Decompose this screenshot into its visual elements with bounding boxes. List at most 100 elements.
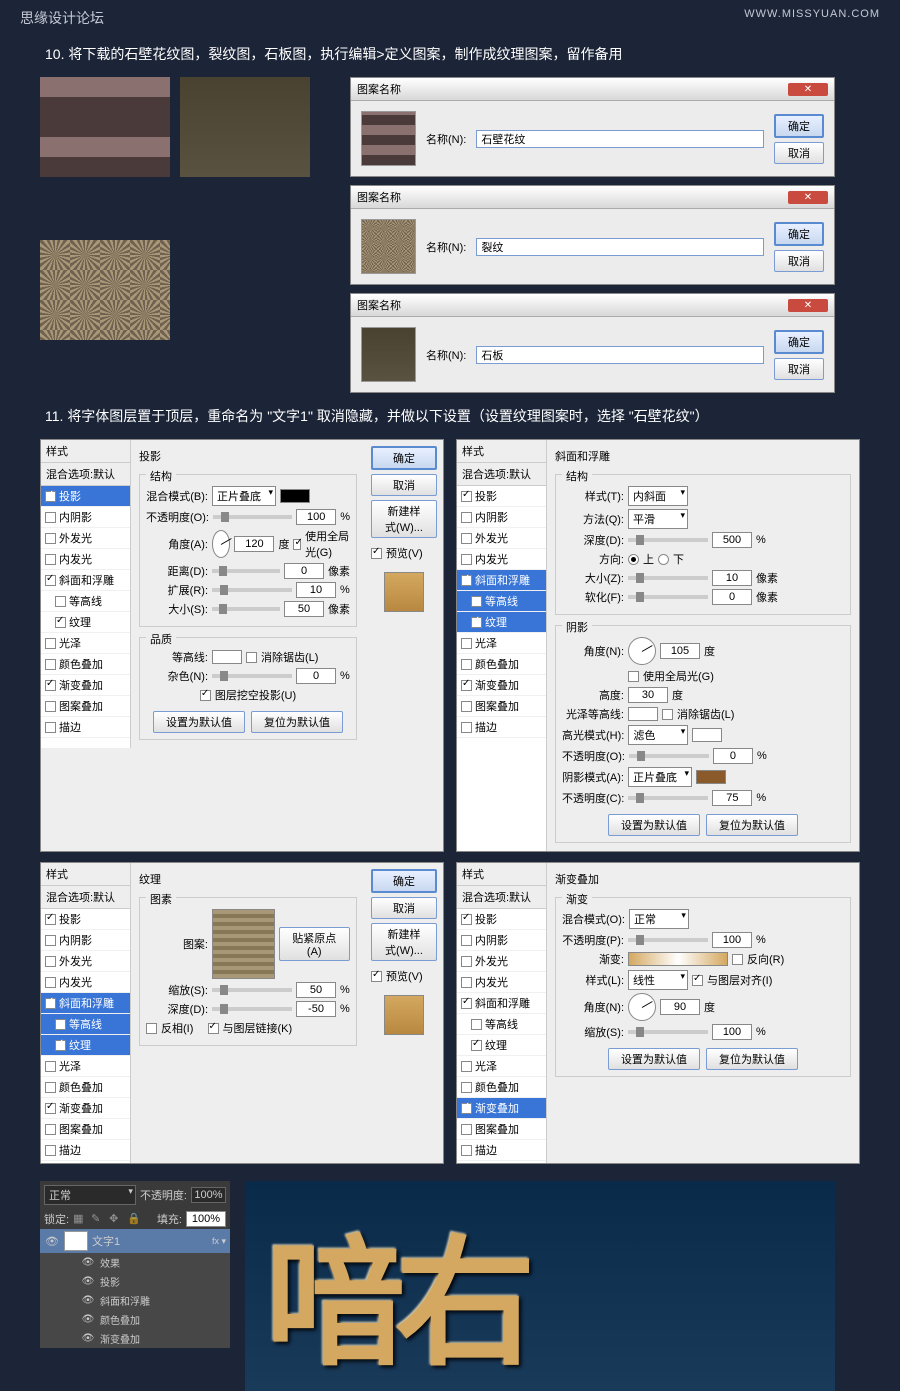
lock-all-icon[interactable]: 🔒 — [127, 1212, 141, 1226]
scale-input[interactable] — [296, 982, 336, 998]
size-slider[interactable] — [212, 607, 280, 611]
contour-picker[interactable] — [212, 650, 242, 664]
style-color-overlay[interactable]: 颜色叠加 — [41, 654, 130, 675]
shadow-color[interactable] — [696, 770, 726, 784]
opacity-input[interactable] — [296, 509, 336, 525]
close-icon[interactable]: ✕ — [788, 299, 828, 312]
scale-slider[interactable] — [212, 988, 292, 992]
style-gradient-overlay[interactable]: 渐变叠加 — [457, 1098, 546, 1119]
ok-button[interactable]: 确定 — [774, 222, 824, 246]
altitude-input[interactable] — [628, 687, 668, 703]
angle-input[interactable] — [234, 536, 274, 552]
depth-slider[interactable] — [628, 538, 708, 542]
size-input[interactable] — [284, 601, 324, 617]
blend-options[interactable]: 混合选项:默认 — [41, 463, 130, 486]
cancel-button[interactable]: 取消 — [371, 897, 437, 919]
technique-select[interactable]: 平滑 — [628, 509, 688, 529]
ok-button[interactable]: 确定 — [371, 869, 437, 893]
noise-slider[interactable] — [212, 674, 292, 678]
ok-button[interactable]: 确定 — [774, 330, 824, 354]
size-slider[interactable] — [628, 576, 708, 580]
cancel-button[interactable]: 取消 — [774, 358, 824, 380]
style-bevel[interactable]: 斜面和浮雕 — [41, 570, 130, 591]
fx-gradient-overlay[interactable]: 👁渐变叠加 — [40, 1329, 230, 1348]
style-pattern-overlay[interactable]: 图案叠加 — [41, 696, 130, 717]
fx-bevel[interactable]: 👁斜面和浮雕 — [40, 1291, 230, 1310]
invert-checkbox[interactable] — [146, 1023, 157, 1034]
style-drop-shadow[interactable]: 投影 — [41, 486, 130, 507]
style-inner-glow[interactable]: 内发光 — [41, 549, 130, 570]
global-light-checkbox[interactable] — [293, 539, 301, 550]
antialias-checkbox[interactable] — [662, 709, 673, 720]
lock-position-icon[interactable]: ✥ — [109, 1212, 123, 1226]
knockout-checkbox[interactable] — [200, 690, 211, 701]
opacity-slider[interactable] — [628, 938, 708, 942]
angle-input[interactable] — [660, 999, 700, 1015]
reset-default-button[interactable]: 复位为默认值 — [251, 711, 343, 733]
antialias-checkbox[interactable] — [246, 652, 257, 663]
depth-input[interactable] — [296, 1001, 336, 1017]
blend-mode-select[interactable]: 正常 — [44, 1185, 136, 1205]
shadow-opacity-input[interactable] — [712, 790, 752, 806]
reset-default-button[interactable]: 复位为默认值 — [706, 814, 798, 836]
style-stroke[interactable]: 描边 — [41, 717, 130, 738]
blend-mode-select[interactable]: 正常 — [629, 909, 689, 929]
visibility-icon[interactable]: 👁 — [44, 1235, 60, 1248]
pattern-picker[interactable] — [212, 909, 275, 979]
highlight-color[interactable] — [692, 728, 722, 742]
name-input[interactable] — [476, 130, 764, 148]
shadow-mode-select[interactable]: 正片叠底 — [628, 767, 692, 787]
set-default-button[interactable]: 设置为默认值 — [608, 814, 700, 836]
opacity-input[interactable] — [191, 1187, 226, 1203]
site-url[interactable]: WWW.MISSYUAN.COM — [744, 8, 880, 28]
fill-input[interactable] — [186, 1211, 226, 1227]
preview-checkbox[interactable] — [371, 548, 382, 559]
scale-input[interactable] — [712, 1024, 752, 1040]
align-layer-checkbox[interactable] — [692, 975, 703, 986]
fx-drop-shadow[interactable]: 👁投影 — [40, 1272, 230, 1291]
soften-slider[interactable] — [628, 595, 708, 599]
style-drop-shadow[interactable]: 投影 — [457, 486, 546, 507]
style-outer-glow[interactable]: 外发光 — [41, 528, 130, 549]
scale-slider[interactable] — [628, 1030, 708, 1034]
ok-button[interactable]: 确定 — [371, 446, 437, 470]
angle-dial[interactable] — [628, 637, 656, 665]
style-texture[interactable]: 纹理 — [41, 612, 130, 633]
close-icon[interactable]: ✕ — [788, 191, 828, 204]
depth-input[interactable] — [712, 532, 752, 548]
gradient-picker[interactable] — [628, 952, 728, 966]
lock-transparency-icon[interactable]: ▦ — [73, 1212, 87, 1226]
reverse-checkbox[interactable] — [732, 954, 743, 965]
gradient-style-select[interactable]: 线性 — [628, 970, 688, 990]
fx-effects[interactable]: 👁效果 — [40, 1253, 230, 1272]
new-style-button[interactable]: 新建样式(W)... — [371, 923, 437, 961]
opacity-slider[interactable] — [213, 515, 292, 519]
style-inner-shadow[interactable]: 内阴影 — [41, 507, 130, 528]
style-gradient-overlay[interactable]: 渐变叠加 — [41, 675, 130, 696]
spread-slider[interactable] — [212, 588, 292, 592]
soften-input[interactable] — [712, 589, 752, 605]
link-layer-checkbox[interactable] — [208, 1023, 219, 1034]
depth-slider[interactable] — [212, 1007, 292, 1011]
shadow-opacity-slider[interactable] — [628, 796, 708, 800]
color-swatch[interactable] — [280, 489, 310, 503]
highlight-opacity-slider[interactable] — [629, 754, 709, 758]
name-input[interactable] — [476, 238, 764, 256]
style-bevel[interactable]: 斜面和浮雕 — [457, 570, 546, 591]
gloss-contour[interactable] — [628, 707, 658, 721]
ok-button[interactable]: 确定 — [774, 114, 824, 138]
noise-input[interactable] — [296, 668, 336, 684]
set-default-button[interactable]: 设置为默认值 — [608, 1048, 700, 1070]
preview-checkbox[interactable] — [371, 971, 382, 982]
size-input[interactable] — [712, 570, 752, 586]
cancel-button[interactable]: 取消 — [774, 250, 824, 272]
angle-dial[interactable] — [212, 530, 230, 558]
opacity-input[interactable] — [712, 932, 752, 948]
close-icon[interactable]: ✕ — [788, 83, 828, 96]
reset-default-button[interactable]: 复位为默认值 — [706, 1048, 798, 1070]
highlight-opacity-input[interactable] — [713, 748, 753, 764]
distance-input[interactable] — [284, 563, 324, 579]
direction-up-radio[interactable] — [628, 554, 639, 565]
new-style-button[interactable]: 新建样式(W)... — [371, 500, 437, 538]
snap-origin-button[interactable]: 贴紧原点(A) — [279, 927, 351, 961]
